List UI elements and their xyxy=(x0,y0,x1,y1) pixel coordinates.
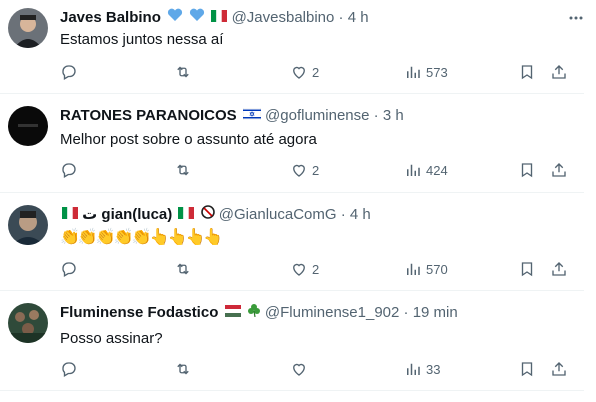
more-options-icon[interactable] xyxy=(568,10,584,26)
reply-icon xyxy=(62,362,76,377)
separator: · xyxy=(338,9,344,26)
view-count: 573 xyxy=(426,64,448,80)
views-button[interactable]: 424 xyxy=(404,158,448,182)
share-button[interactable] xyxy=(550,158,568,182)
retweet-icon xyxy=(177,263,189,275)
bookmark-icon xyxy=(521,65,533,80)
like-button[interactable]: 2 xyxy=(290,158,319,182)
bookmark-icon xyxy=(521,362,533,377)
italy-flag-icon xyxy=(62,205,78,225)
bookmark-icon xyxy=(521,163,533,178)
timestamp[interactable]: 4 h xyxy=(350,206,371,223)
shamrock-icon xyxy=(247,303,261,323)
timestamp[interactable]: 19 min xyxy=(413,304,458,321)
bookmark-button[interactable] xyxy=(518,357,536,381)
reply-feed: Javes Balbino @Javesbalbino · 4 h Estamo… xyxy=(0,0,596,402)
tweet-2[interactable]: RATONES PARANOICOS @gofluminense · 3 h M… xyxy=(0,94,596,190)
analytics-icon xyxy=(407,363,420,375)
author-handle[interactable]: @gofluminense xyxy=(265,107,369,124)
share-button[interactable] xyxy=(550,257,568,281)
views-button[interactable]: 33 xyxy=(404,357,440,381)
view-count: 424 xyxy=(426,162,448,178)
views-button[interactable]: 570 xyxy=(404,257,448,281)
heart-icon xyxy=(293,66,305,79)
reply-button[interactable] xyxy=(60,257,82,281)
tweet-actions: 2 570 xyxy=(56,257,576,281)
share-button[interactable] xyxy=(550,60,568,84)
tweet-text: Estamos juntos nessa aí xyxy=(60,31,224,48)
views-button[interactable]: 573 xyxy=(404,60,448,84)
tweet-1[interactable]: Javes Balbino @Javesbalbino · 4 h Estamo… xyxy=(0,0,596,98)
blue-heart-icon xyxy=(167,8,183,28)
separator: · xyxy=(340,206,346,223)
avatar[interactable] xyxy=(8,106,48,146)
separator: · xyxy=(403,304,409,321)
retweet-icon xyxy=(177,66,189,78)
tweet-text: Posso assinar? xyxy=(60,330,163,347)
italy-flag-icon xyxy=(211,8,228,28)
analytics-icon xyxy=(407,66,420,78)
like-button[interactable]: 2 xyxy=(290,60,319,84)
retweet-icon xyxy=(177,363,189,375)
timestamp[interactable]: 3 h xyxy=(383,107,404,124)
like-button[interactable] xyxy=(290,357,312,381)
analytics-icon xyxy=(407,164,420,176)
retweet-button[interactable] xyxy=(174,60,196,84)
tweet-text: Melhor post sobre o assunto até agora xyxy=(60,131,317,148)
author-handle[interactable]: @GianlucaComG xyxy=(219,206,337,223)
author-name[interactable]: Fluminense Fodastico xyxy=(60,304,218,321)
analytics-icon xyxy=(407,263,420,275)
retweet-button[interactable] xyxy=(174,357,196,381)
view-count: 570 xyxy=(426,261,448,277)
tweet-text: 👏👏👏👏👏👆👆👆👆 xyxy=(60,229,223,246)
author-name[interactable]: RATONES PARANOICOS xyxy=(60,107,237,124)
tweet-actions: 2 424 xyxy=(56,158,576,182)
heart-icon xyxy=(293,363,305,376)
reply-icon xyxy=(62,163,76,178)
bookmark-button[interactable] xyxy=(518,60,536,84)
author-handle[interactable]: @Fluminense1_902 xyxy=(265,304,399,321)
tweet-4[interactable]: Fluminense Fodastico @Fluminense1_902 · … xyxy=(0,291,596,402)
reply-button[interactable] xyxy=(60,60,82,84)
separator: · xyxy=(373,107,379,124)
reply-icon xyxy=(62,262,76,277)
bookmark-button[interactable] xyxy=(518,158,536,182)
share-icon xyxy=(552,362,566,376)
reply-button[interactable] xyxy=(60,158,82,182)
reply-button[interactable] xyxy=(60,357,82,381)
share-icon xyxy=(552,65,566,79)
share-button[interactable] xyxy=(550,357,568,381)
retweet-button[interactable] xyxy=(174,257,196,281)
retweet-button[interactable] xyxy=(174,158,196,182)
like-button[interactable]: 2 xyxy=(290,257,319,281)
like-count: 2 xyxy=(312,261,320,277)
tweet-3[interactable]: ت gian(luca) @GianlucaComG · 4 h 👏👏👏👏👏👆👆… xyxy=(0,193,596,289)
hungary-flag-icon xyxy=(224,303,241,323)
italy-flag-icon xyxy=(178,205,195,225)
view-count: 33 xyxy=(426,361,441,377)
israel-flag-icon xyxy=(242,106,262,126)
like-count: 2 xyxy=(312,162,320,178)
share-icon xyxy=(552,163,566,177)
avatar[interactable] xyxy=(8,8,48,48)
retweet-icon xyxy=(177,164,189,176)
bookmark-button[interactable] xyxy=(518,257,536,281)
avatar[interactable] xyxy=(8,303,48,343)
avatar[interactable] xyxy=(8,205,48,245)
author-name[interactable]: ت gian(luca) xyxy=(82,206,172,223)
author-handle[interactable]: @Javesbalbino xyxy=(232,9,335,26)
heart-icon xyxy=(293,263,305,276)
like-count: 2 xyxy=(312,64,320,80)
timestamp[interactable]: 4 h xyxy=(348,9,369,26)
blue-heart-icon xyxy=(189,8,205,28)
no-entry-icon xyxy=(200,205,215,225)
tweet-actions: 2 573 xyxy=(56,60,576,84)
author-name[interactable]: Javes Balbino xyxy=(60,9,161,26)
heart-icon xyxy=(293,164,305,177)
share-icon xyxy=(552,262,566,276)
reply-icon xyxy=(62,65,76,80)
bookmark-icon xyxy=(521,262,533,277)
divider xyxy=(0,390,584,391)
tweet-actions: 33 xyxy=(56,357,576,381)
